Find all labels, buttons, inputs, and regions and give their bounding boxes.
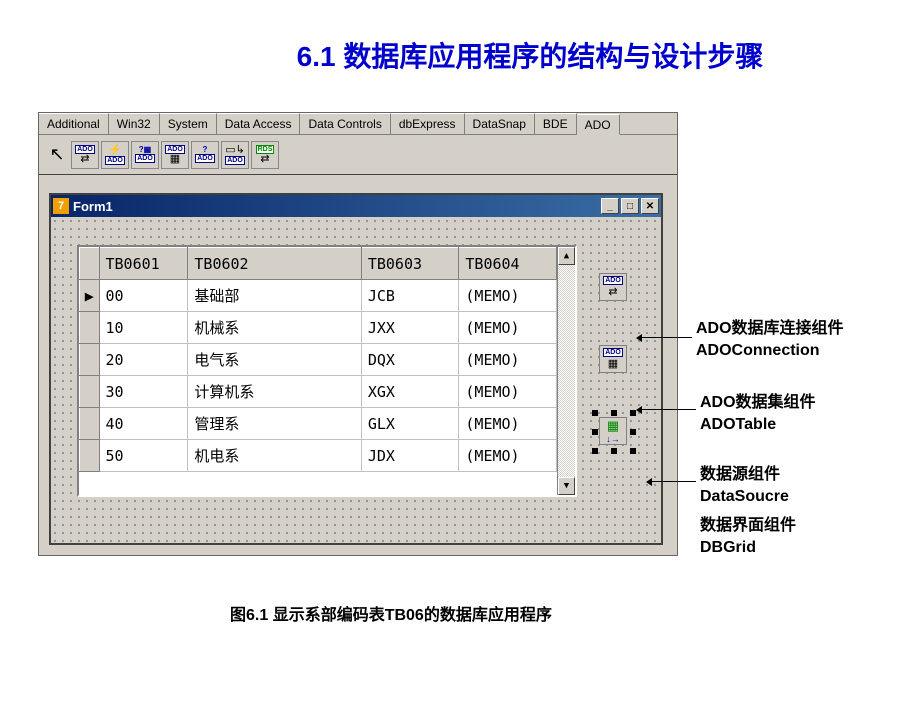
grid-header-tb0604[interactable]: TB0604: [459, 248, 557, 280]
dbgrid[interactable]: TB0601 TB0602 TB0603 TB0604 ▶ 00 基础部 JCB…: [77, 245, 577, 497]
datasource-component[interactable]: ▦ ↓→: [599, 417, 627, 445]
form-designer-surface[interactable]: TB0601 TB0602 TB0603 TB0604 ▶ 00 基础部 JCB…: [51, 217, 661, 543]
cell[interactable]: 30: [99, 376, 188, 408]
cursor-tool-icon[interactable]: ↖: [45, 141, 69, 169]
cell[interactable]: 计算机系: [188, 376, 361, 408]
adotable-icon[interactable]: ADO▦: [161, 141, 189, 169]
annotation-dbgrid: 数据界面组件 DBGrid: [700, 515, 796, 560]
scroll-up-icon[interactable]: ▲: [558, 247, 575, 265]
tab-bde[interactable]: BDE: [535, 113, 577, 134]
grid-vertical-scrollbar[interactable]: ▲ ▼: [557, 247, 575, 495]
adoquery-icon[interactable]: ?ADO: [191, 141, 219, 169]
annotation-arrow-icon: [638, 337, 692, 338]
cell[interactable]: 10: [99, 312, 188, 344]
tab-win32[interactable]: Win32: [109, 113, 160, 134]
adocommand-icon[interactable]: ⚡ADO: [101, 141, 129, 169]
figure-caption: 图6.1 显示系部编码表TB06的数据库应用程序: [230, 605, 590, 627]
cell[interactable]: JDX: [361, 440, 459, 472]
table-row[interactable]: 50 机电系 JDX (MEMO): [80, 440, 557, 472]
table-row[interactable]: 10 机械系 JXX (MEMO): [80, 312, 557, 344]
annotation-arrow-icon: [648, 481, 696, 482]
maximize-button[interactable]: □: [621, 198, 639, 214]
adotable-component[interactable]: ADO ▦: [599, 345, 627, 373]
cell[interactable]: (MEMO): [459, 440, 557, 472]
annotation-adoconnection: ADO数据库连接组件 ADOConnection: [696, 318, 844, 363]
tab-dbexpress[interactable]: dbExpress: [391, 113, 465, 134]
table-row[interactable]: 30 计算机系 XGX (MEMO): [80, 376, 557, 408]
scroll-down-icon[interactable]: ▼: [558, 477, 575, 495]
adoconnection-component[interactable]: ADO ⇄: [599, 273, 627, 301]
cell[interactable]: DQX: [361, 344, 459, 376]
form-title: Form1: [73, 199, 113, 214]
adodataset-icon[interactable]: ?▦ADO: [131, 141, 159, 169]
cell[interactable]: (MEMO): [459, 280, 557, 312]
cell[interactable]: JXX: [361, 312, 459, 344]
annotation-arrow-icon: [638, 409, 696, 410]
table-row[interactable]: 40 管理系 GLX (MEMO): [80, 408, 557, 440]
grid-header-tb0603[interactable]: TB0603: [361, 248, 459, 280]
form-window: 7 Form1 _ □ ✕ TB0601 TB0602 TB0603 TB060…: [49, 193, 663, 545]
close-button[interactable]: ✕: [641, 198, 659, 214]
page-title: 6.1 数据库应用程序的结构与设计步骤: [0, 0, 920, 95]
annotation-adotable: ADO数据集组件 ADOTable: [700, 392, 816, 437]
tab-additional[interactable]: Additional: [39, 113, 109, 134]
tab-system[interactable]: System: [160, 113, 217, 134]
cell[interactable]: (MEMO): [459, 408, 557, 440]
cell[interactable]: 40: [99, 408, 188, 440]
palette-icon-row: ↖ ADO⇄ ⚡ADO ?▦ADO ADO▦ ?ADO ▭↳ADO RDS⇄: [39, 135, 677, 175]
cell[interactable]: 电气系: [188, 344, 361, 376]
palette-tabs: Additional Win32 System Data Access Data…: [39, 113, 677, 135]
scroll-track[interactable]: [558, 265, 575, 477]
cell[interactable]: 20: [99, 344, 188, 376]
tab-ado[interactable]: ADO: [577, 114, 620, 135]
cell[interactable]: (MEMO): [459, 312, 557, 344]
cell[interactable]: 00: [99, 280, 188, 312]
cell[interactable]: GLX: [361, 408, 459, 440]
table-row[interactable]: ▶ 00 基础部 JCB (MEMO): [80, 280, 557, 312]
row-indicator-icon: ▶: [80, 280, 100, 312]
cell[interactable]: 管理系: [188, 408, 361, 440]
tab-data-controls[interactable]: Data Controls: [300, 113, 390, 134]
cell[interactable]: 机械系: [188, 312, 361, 344]
rdsconnection-icon[interactable]: RDS⇄: [251, 141, 279, 169]
delphi-form-icon: 7: [53, 198, 69, 214]
cell[interactable]: XGX: [361, 376, 459, 408]
ide-component-palette: Additional Win32 System Data Access Data…: [38, 112, 678, 556]
form-titlebar[interactable]: 7 Form1 _ □ ✕: [51, 195, 661, 217]
cell[interactable]: 基础部: [188, 280, 361, 312]
tab-datasnap[interactable]: DataSnap: [465, 113, 535, 134]
cell[interactable]: 机电系: [188, 440, 361, 472]
cell[interactable]: 50: [99, 440, 188, 472]
adostoredproc-icon[interactable]: ▭↳ADO: [221, 141, 249, 169]
cell[interactable]: (MEMO): [459, 376, 557, 408]
cell[interactable]: (MEMO): [459, 344, 557, 376]
tab-data-access[interactable]: Data Access: [217, 113, 301, 134]
grid-header-tb0601[interactable]: TB0601: [99, 248, 188, 280]
annotation-datasource: 数据源组件 DataSoucre: [700, 464, 789, 509]
grid-header-tb0602[interactable]: TB0602: [188, 248, 361, 280]
grid-indicator-header: [80, 248, 100, 280]
minimize-button[interactable]: _: [601, 198, 619, 214]
table-row[interactable]: 20 电气系 DQX (MEMO): [80, 344, 557, 376]
adoconnection-icon[interactable]: ADO⇄: [71, 141, 99, 169]
cell[interactable]: JCB: [361, 280, 459, 312]
